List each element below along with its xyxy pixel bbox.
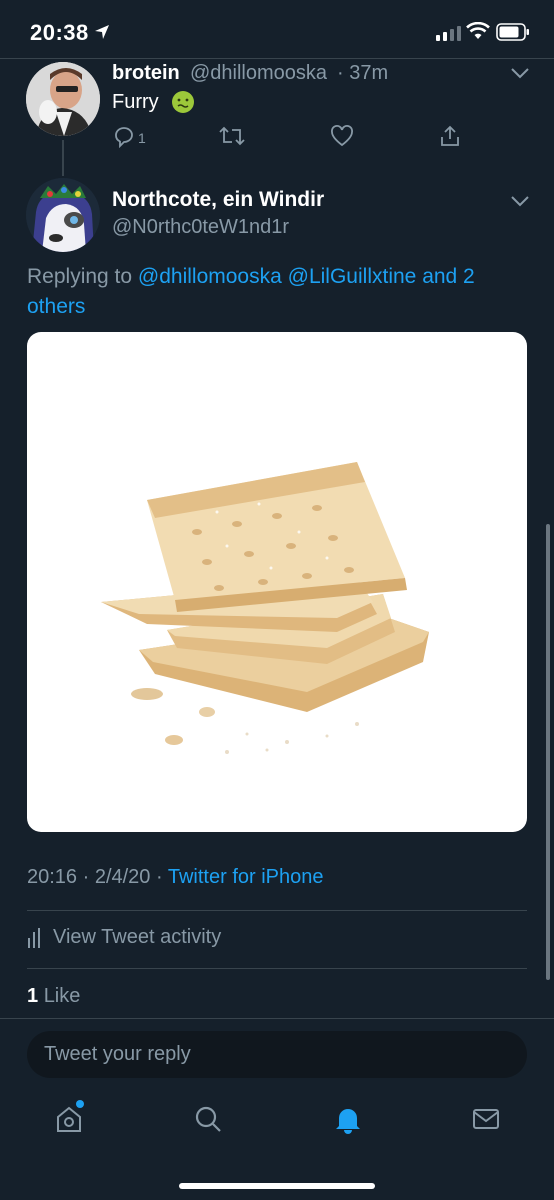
divider xyxy=(0,1018,554,1019)
tweet-image[interactable] xyxy=(27,332,527,832)
nauseated-face-emoji-icon xyxy=(172,91,194,113)
mention-link[interactable]: @LilGuillxtine xyxy=(288,265,417,288)
activity-bars-icon xyxy=(28,927,40,948)
view-tweet-activity-label: View Tweet activity xyxy=(53,926,222,948)
and-others-link[interactable]: and 2 xyxy=(422,265,475,288)
reply-input[interactable]: Tweet your reply xyxy=(27,1031,527,1078)
parent-action-bar: 1 xyxy=(112,124,472,150)
replying-to-line: Replying to @dhillomooska @LilGuillxtine… xyxy=(27,262,507,322)
parent-time-ago: · 37m xyxy=(337,62,389,84)
like-count: 1 xyxy=(27,985,39,1007)
tweet-metadata: 20:16 · 2/4/20 · Twitter for iPhone xyxy=(27,866,323,889)
reply-count: 1 xyxy=(138,130,146,146)
author-handle[interactable]: @N0rthc0teW1nd1r xyxy=(112,216,289,239)
divider xyxy=(27,910,527,911)
author-display-name[interactable]: Northcote, ein Windir xyxy=(112,188,324,212)
likes-row[interactable]: 1 Like xyxy=(27,985,80,1008)
avatar[interactable] xyxy=(26,178,100,252)
tweet-timestamp: 20:16 · 2/4/20 · xyxy=(27,866,163,888)
chevron-down-icon[interactable] xyxy=(510,66,530,80)
notifications-bell-icon[interactable] xyxy=(333,1104,363,1134)
divider xyxy=(27,968,527,969)
replying-prefix: Replying to xyxy=(27,265,133,288)
reply-icon[interactable] xyxy=(112,124,136,148)
thread-line xyxy=(62,140,64,176)
mention-link[interactable]: @dhillomooska xyxy=(138,265,282,288)
home-icon[interactable] xyxy=(54,1104,84,1134)
parent-tweet-text: Furry xyxy=(112,91,159,113)
status-bar: 20:38 xyxy=(0,0,554,60)
messages-mail-icon[interactable] xyxy=(471,1104,501,1134)
wifi-icon xyxy=(466,22,490,39)
like-heart-icon[interactable] xyxy=(330,124,354,148)
retweet-icon[interactable] xyxy=(218,124,246,148)
parent-display-name[interactable]: brotein xyxy=(112,62,180,85)
cellular-signal-icon xyxy=(436,26,461,41)
home-notification-dot xyxy=(76,1100,84,1108)
header-divider xyxy=(0,58,554,59)
location-arrow-icon xyxy=(95,25,109,39)
home-indicator xyxy=(179,1183,375,1189)
chevron-down-icon[interactable] xyxy=(510,194,530,208)
search-icon[interactable] xyxy=(193,1104,223,1134)
like-label: Like xyxy=(43,985,81,1007)
tweet-source-link[interactable]: Twitter for iPhone xyxy=(168,866,324,888)
others-link[interactable]: others xyxy=(27,295,85,318)
status-time: 20:38 xyxy=(30,20,89,45)
parent-handle[interactable]: @dhillomooska xyxy=(190,62,327,85)
avatar[interactable] xyxy=(26,62,100,136)
battery-icon xyxy=(496,23,529,41)
share-icon[interactable] xyxy=(438,124,462,148)
view-tweet-activity-row[interactable]: View Tweet activity xyxy=(27,926,221,949)
scrollbar[interactable] xyxy=(546,524,550,980)
